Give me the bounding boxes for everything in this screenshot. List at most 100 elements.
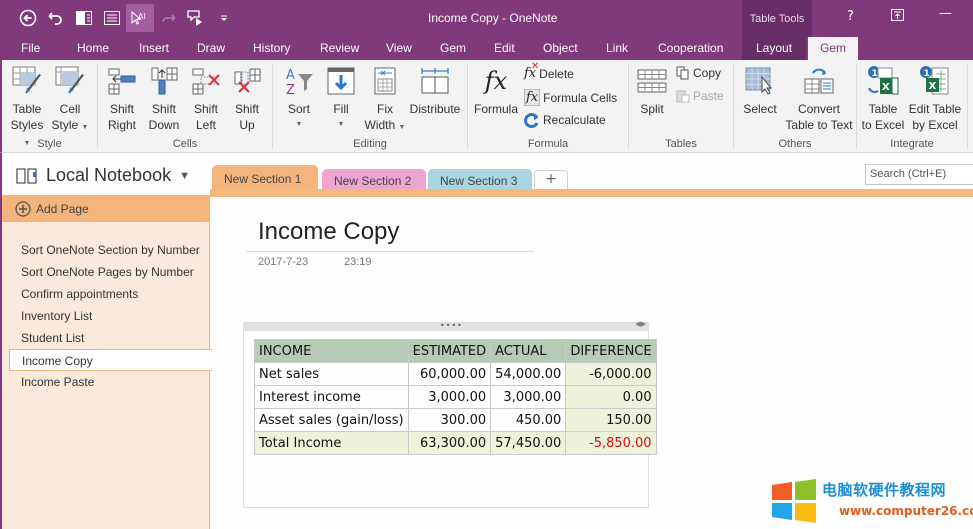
table-to-excel-button[interactable]: 1X Table to Excel: [859, 64, 907, 133]
table-cell[interactable]: 63,300.00: [407, 431, 492, 455]
page-time: 23:19: [344, 256, 372, 268]
shift-up-button[interactable]: Shift Up: [229, 64, 265, 133]
shift-left-button[interactable]: Shift Left: [188, 64, 224, 133]
table-cell[interactable]: 150.00: [565, 408, 657, 432]
page-title[interactable]: Income Copy: [258, 218, 399, 246]
shift-right-button[interactable]: Shift Right: [104, 64, 140, 133]
formula-cells-button[interactable]: fx Formula Cells: [524, 89, 617, 106]
tab-gem[interactable]: Gem: [440, 41, 466, 55]
page-item[interactable]: Income Paste: [2, 371, 211, 393]
recalculate-button[interactable]: Recalculate: [524, 112, 606, 128]
drag-handle-icon[interactable]: ••••: [440, 321, 463, 330]
tab-view[interactable]: View: [386, 41, 412, 55]
select-table-button[interactable]: Select: [738, 64, 782, 117]
table-cell[interactable]: Interest income: [254, 385, 409, 409]
fill-button[interactable]: Fill ▼: [321, 64, 361, 133]
tab-link[interactable]: Link: [606, 41, 628, 55]
table-cell[interactable]: Asset sales (gain/loss): [254, 408, 409, 432]
sort-button[interactable]: AZ Sort ▼: [279, 64, 319, 133]
fx-delete-icon: fx ✕: [524, 61, 540, 81]
presentation-button[interactable]: [182, 4, 210, 32]
split-button[interactable]: Split: [634, 64, 670, 117]
table-cell[interactable]: 450.00: [490, 408, 567, 432]
page-item[interactable]: Sort OneNote Pages by Number: [2, 261, 211, 283]
tab-gem-table-tools[interactable]: Gem: [808, 37, 859, 60]
tab-edit[interactable]: Edit: [494, 41, 515, 55]
table-cell[interactable]: 57,450.00: [490, 431, 567, 455]
table-cell[interactable]: Total Income: [254, 431, 409, 455]
table-cell[interactable]: 3,000.00: [490, 385, 567, 409]
edit-table-by-excel-button[interactable]: 1X Edit Table by Excel: [907, 64, 963, 133]
container-drag-bar[interactable]: •••• ◀▶: [244, 320, 648, 331]
tab-insert[interactable]: Insert: [139, 41, 169, 55]
shift-right-icon: [108, 68, 136, 95]
page-item-selected[interactable]: Income Copy: [9, 349, 212, 371]
back-button[interactable]: [14, 4, 42, 32]
distribute-icon: [421, 68, 449, 94]
tab-cooperation[interactable]: Cooperation: [658, 41, 723, 55]
redo-button[interactable]: [154, 4, 182, 32]
paste-button[interactable]: Paste: [676, 89, 724, 103]
table-cell[interactable]: -6,000.00: [565, 362, 657, 386]
page-item[interactable]: Confirm appointments: [2, 283, 211, 305]
formula-button[interactable]: fx Formula: [472, 64, 520, 117]
help-button[interactable]: ?: [847, 9, 854, 24]
convert-table-to-text-button[interactable]: Convert Table to Text: [784, 64, 854, 133]
table-header-cell[interactable]: DIFFERENCE: [565, 339, 657, 363]
table-cell[interactable]: 0.00: [565, 385, 657, 409]
add-page-button[interactable]: Add Page: [2, 195, 210, 222]
search-input[interactable]: Search (Ctrl+E): [865, 164, 973, 185]
svg-text:A: A: [286, 68, 295, 83]
customize-qat-button[interactable]: [210, 4, 238, 32]
resize-handle-icon[interactable]: ◀▶: [635, 320, 646, 328]
group-formula: fx Formula fx ✕ Delete fx Formula Cells R…: [468, 60, 628, 152]
full-page-view-button[interactable]: [98, 4, 126, 32]
tab-home[interactable]: Home: [77, 41, 109, 55]
table-header-cell[interactable]: ESTIMATED: [407, 339, 492, 363]
window-title: Income Copy - OneNote: [428, 11, 558, 25]
fix-width-button[interactable]: Fix Width ▼: [363, 64, 407, 136]
group-cells: Shift Right Shift Down Shift Left Shift …: [98, 60, 272, 152]
notebook-icon: [16, 167, 37, 184]
onenote-window: AI Income Copy - OneNote Table Tools ? —…: [0, 0, 973, 529]
notebook-selector[interactable]: Local Notebook ▼: [16, 165, 190, 186]
page-view-icon: [104, 11, 120, 25]
table-header-cell[interactable]: ACTUAL: [490, 339, 567, 363]
ribbon-display-options-button[interactable]: [891, 9, 904, 25]
undo-button[interactable]: [42, 4, 70, 32]
recalculate-icon: [524, 113, 539, 128]
page-item[interactable]: Inventory List: [2, 305, 211, 327]
cell-style-button[interactable]: Cell Style ▼: [50, 64, 90, 136]
page-item[interactable]: Sort OneNote Section by Number: [2, 239, 211, 261]
tab-object[interactable]: Object: [543, 41, 578, 55]
table-cell[interactable]: -5,850.00: [565, 431, 657, 455]
select-text-button[interactable]: AI: [126, 4, 154, 32]
minimize-button[interactable]: —: [939, 6, 952, 21]
title-bar: AI Income Copy - OneNote Table Tools ? —: [0, 0, 973, 37]
distribute-button[interactable]: Distribute: [408, 64, 462, 117]
table-cell[interactable]: 300.00: [407, 408, 492, 432]
tab-review[interactable]: Review: [320, 41, 359, 55]
table-cell[interactable]: Net sales: [254, 362, 409, 386]
group-label-others: Others: [778, 138, 812, 150]
tab-file[interactable]: File: [21, 41, 40, 55]
shift-down-button[interactable]: Shift Down: [146, 64, 182, 133]
table-cell[interactable]: 54,000.00: [490, 362, 567, 386]
tab-history[interactable]: History: [253, 41, 290, 55]
group-label-integrate: Integrate: [890, 138, 934, 150]
delete-formula-button[interactable]: fx ✕ Delete: [524, 61, 574, 81]
tab-layout[interactable]: Layout: [742, 37, 807, 60]
copy-button[interactable]: Copy: [676, 66, 721, 80]
tab-draw[interactable]: Draw: [197, 41, 225, 55]
table-cell[interactable]: 60,000.00: [407, 362, 492, 386]
sort-az-icon: AZ: [286, 68, 313, 97]
note-container[interactable]: •••• ◀▶ INCOME ESTIMATED ACTUAL DIFFEREN…: [243, 320, 657, 508]
watermark: 电脑软硬件教程网 www.computer26.com: [764, 470, 973, 529]
back-arrow-icon: [19, 9, 37, 27]
table-tools-group-label: Table Tools: [742, 0, 812, 37]
table-header-cell[interactable]: INCOME: [254, 339, 409, 363]
page-item[interactable]: Student List: [2, 327, 211, 349]
dock-to-desktop-button[interactable]: [70, 4, 98, 32]
page-date: 2017-7-23: [258, 256, 309, 268]
table-cell[interactable]: 3,000.00: [407, 385, 492, 409]
